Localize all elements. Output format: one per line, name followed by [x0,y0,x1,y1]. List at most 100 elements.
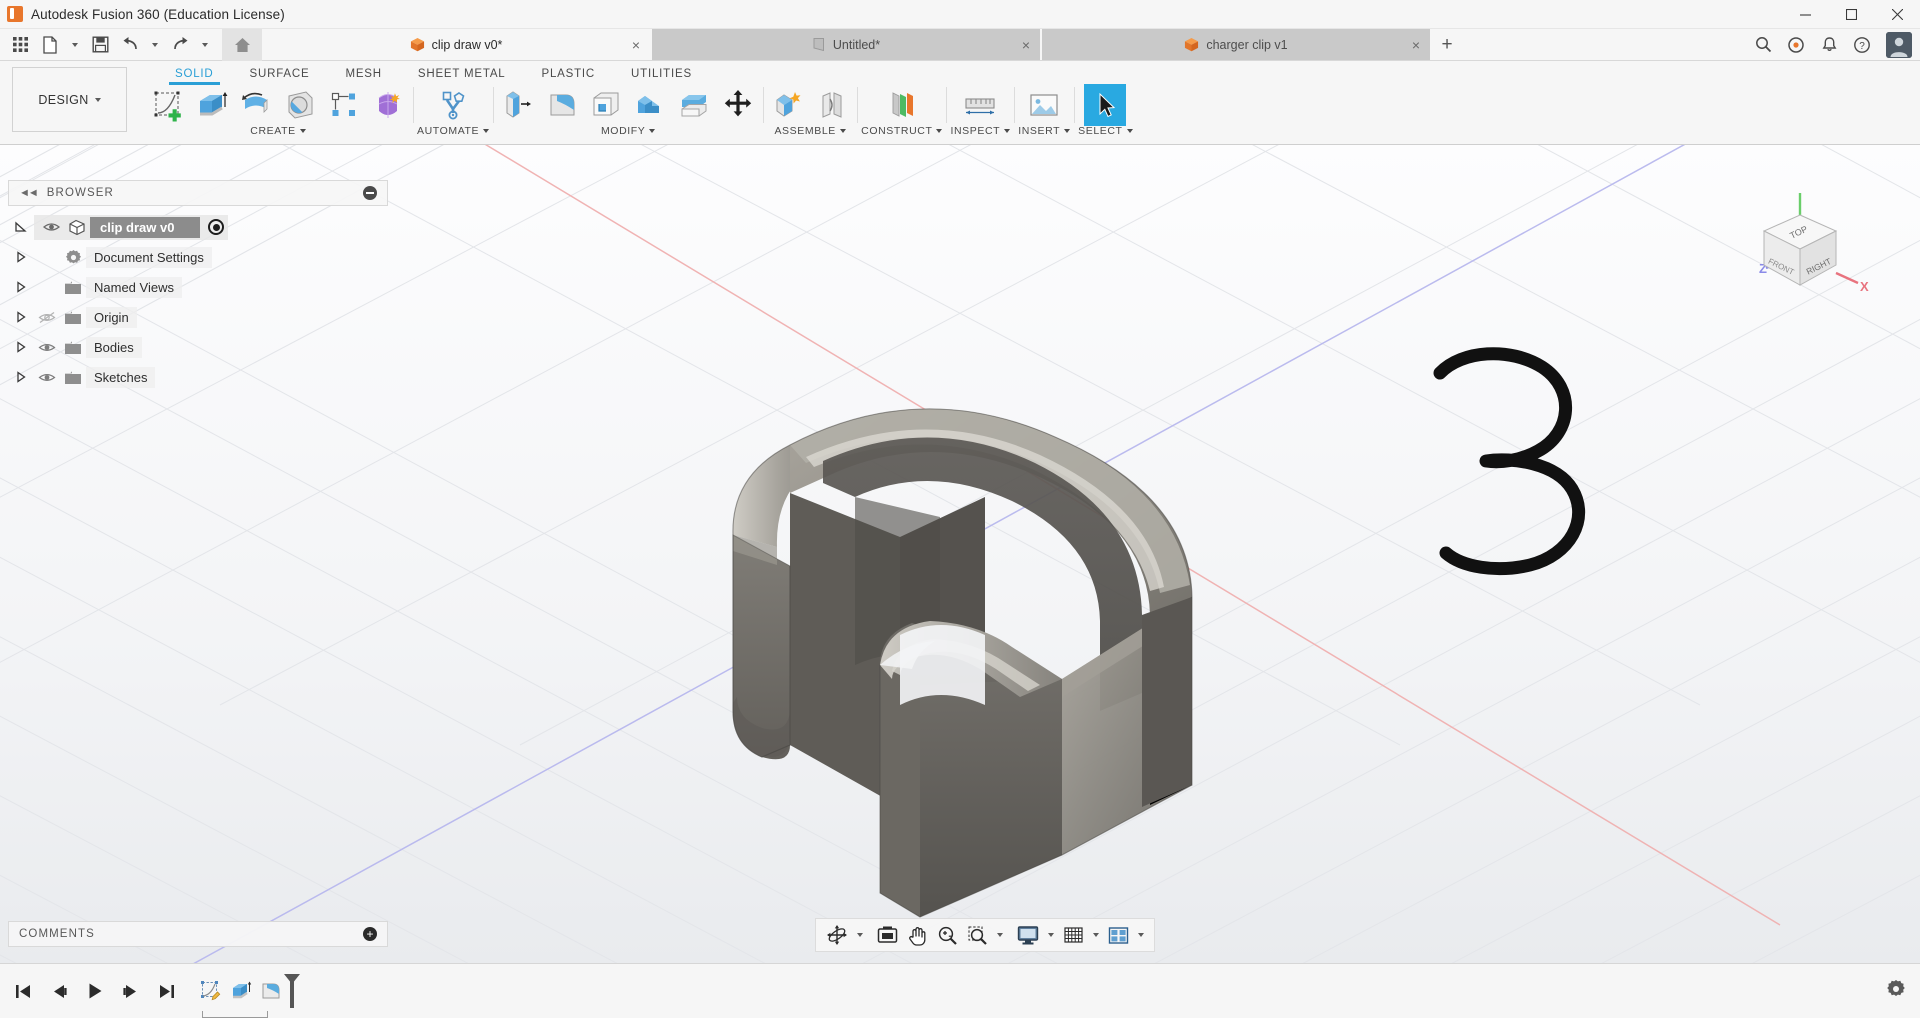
combine-icon[interactable] [629,84,671,126]
ribbon-group-label-inspect[interactable]: INSPECT [950,125,1010,137]
triangle-collapsed-icon[interactable] [8,281,34,293]
maximize-icon[interactable] [1828,0,1874,29]
grid-snaps-dropdown-caret-icon[interactable] [1089,920,1103,950]
plus-circle-icon[interactable]: + [363,927,377,941]
go-to-beginning-icon[interactable] [12,978,34,1004]
account-avatar-icon[interactable] [1886,32,1912,58]
automate-generative-icon[interactable] [432,84,474,126]
triangle-collapsed-icon[interactable] [8,311,34,323]
viewport-layout-icon[interactable] [1104,920,1133,950]
tree-item-bodies[interactable]: Bodies [8,332,388,362]
offset-plane-icon[interactable] [881,84,923,126]
triangle-collapsed-icon[interactable] [8,371,34,383]
pattern-icon[interactable] [323,84,365,126]
form-icon[interactable] [367,84,409,126]
sketch-feature-icon[interactable] [198,978,224,1004]
tree-item-clip-draw-v0[interactable]: clip draw v0 [8,212,388,242]
press-pull-icon[interactable] [497,84,539,126]
ribbon-tab-sheet-metal[interactable]: SHEET METAL [400,68,524,83]
minus-circle-icon[interactable] [363,186,377,200]
tab-untitled[interactable]: Untitled* × [652,29,1042,60]
ribbon-group-label-assemble[interactable]: ASSEMBLE [774,125,845,137]
sweep-icon[interactable] [279,84,321,126]
app-grid-icon[interactable] [6,30,34,60]
go-to-end-icon[interactable] [156,978,178,1004]
view-cube[interactable]: Z X TOP FRONT RIGHT [1732,173,1882,303]
timeline-settings-gear-icon[interactable] [1886,979,1920,1004]
zoom-window-icon[interactable] [963,920,992,950]
revolve-icon[interactable] [235,84,277,126]
eye-visible-icon[interactable] [34,341,60,354]
undo-dropdown-caret-icon[interactable] [146,30,164,60]
step-back-icon[interactable] [48,978,70,1004]
zoom-window-dropdown-caret-icon[interactable] [993,920,1007,950]
orbit-icon[interactable] [822,920,852,950]
triangle-collapsed-icon[interactable] [8,341,34,353]
timeline-playhead-marker[interactable] [290,974,294,1008]
orbit-dropdown-caret-icon[interactable] [853,920,867,950]
extrude-icon[interactable] [191,84,233,126]
tree-item-origin[interactable]: Origin [8,302,388,332]
triangle-expanded-icon[interactable] [8,221,34,233]
tab-close-icon[interactable]: × [1412,38,1420,52]
redo-icon[interactable] [166,30,194,60]
ribbon-tab-mesh[interactable]: MESH [327,68,399,83]
tab-close-icon[interactable]: × [632,38,640,52]
triangle-collapsed-icon[interactable] [8,251,34,263]
joint-icon[interactable] [811,84,853,126]
tab-close-icon[interactable]: × [1022,38,1030,52]
extrude-feature-icon[interactable] [228,978,254,1004]
tree-item-sketches[interactable]: Sketches [8,362,388,392]
select-cursor-icon[interactable] [1084,84,1126,126]
tab-charger-clip-v1[interactable]: charger clip v1 × [1042,29,1432,60]
ribbon-tab-solid[interactable]: SOLID [157,68,232,83]
minimize-icon[interactable] [1782,0,1828,29]
undo-icon[interactable] [116,30,144,60]
help-search-icon[interactable] [1748,29,1778,61]
save-icon[interactable] [86,30,114,60]
help-question-icon[interactable]: ? [1847,29,1877,61]
ribbon-group-label-create[interactable]: CREATE [250,125,305,137]
eye-visible-icon[interactable] [38,221,64,233]
new-tab-button[interactable]: + [1432,29,1462,60]
pan-hand-icon[interactable] [903,920,932,950]
redo-dropdown-caret-icon[interactable] [196,30,214,60]
ribbon-group-label-automate[interactable]: AUTOMATE [417,125,489,137]
split-body-icon[interactable] [673,84,715,126]
shell-icon[interactable] [585,84,627,126]
tree-item-named-views[interactable]: Named Views [8,272,388,302]
file-dropdown-caret-icon[interactable] [66,30,84,60]
step-forward-icon[interactable] [120,978,142,1004]
play-icon[interactable] [84,978,106,1004]
ribbon-tab-plastic[interactable]: PLASTIC [524,68,614,83]
notifications-bell-icon[interactable] [1814,29,1844,61]
extensions-icon[interactable] [1781,29,1811,61]
display-settings-icon[interactable] [1013,920,1043,950]
ribbon-group-label-insert[interactable]: INSERT [1018,125,1070,137]
close-icon[interactable] [1874,0,1920,29]
eye-hidden-icon[interactable] [34,311,60,324]
move-copy-icon[interactable] [717,84,759,126]
fillet-icon[interactable] [541,84,583,126]
measure-icon[interactable] [959,84,1001,126]
display-settings-dropdown-caret-icon[interactable] [1044,920,1058,950]
insert-image-icon[interactable] [1023,84,1065,126]
home-icon[interactable] [222,29,262,61]
viewport-layout-dropdown-caret-icon[interactable] [1134,920,1148,950]
collapse-left-icon[interactable]: ◄◄ [19,187,37,199]
ribbon-group-label-modify[interactable]: MODIFY [601,125,655,137]
ribbon-group-label-construct[interactable]: CONSTRUCT [861,125,942,137]
look-at-icon[interactable] [873,920,902,950]
ribbon-tab-surface[interactable]: SURFACE [232,68,328,83]
grid-snaps-icon[interactable] [1059,920,1088,950]
fillet-feature-icon[interactable] [258,978,284,1004]
ribbon-tab-utilities[interactable]: UTILITIES [613,68,710,83]
workspace-selector[interactable]: DESIGN [12,67,127,132]
new-component-icon[interactable] [767,84,809,126]
ribbon-group-label-select[interactable]: SELECT [1078,125,1132,137]
eye-visible-icon[interactable] [34,371,60,384]
create-sketch-icon[interactable] [147,84,189,126]
tab-clip-draw-v0[interactable]: clip draw v0* × [262,29,652,60]
activate-component-radio[interactable] [208,219,224,235]
file-icon[interactable] [36,30,64,60]
